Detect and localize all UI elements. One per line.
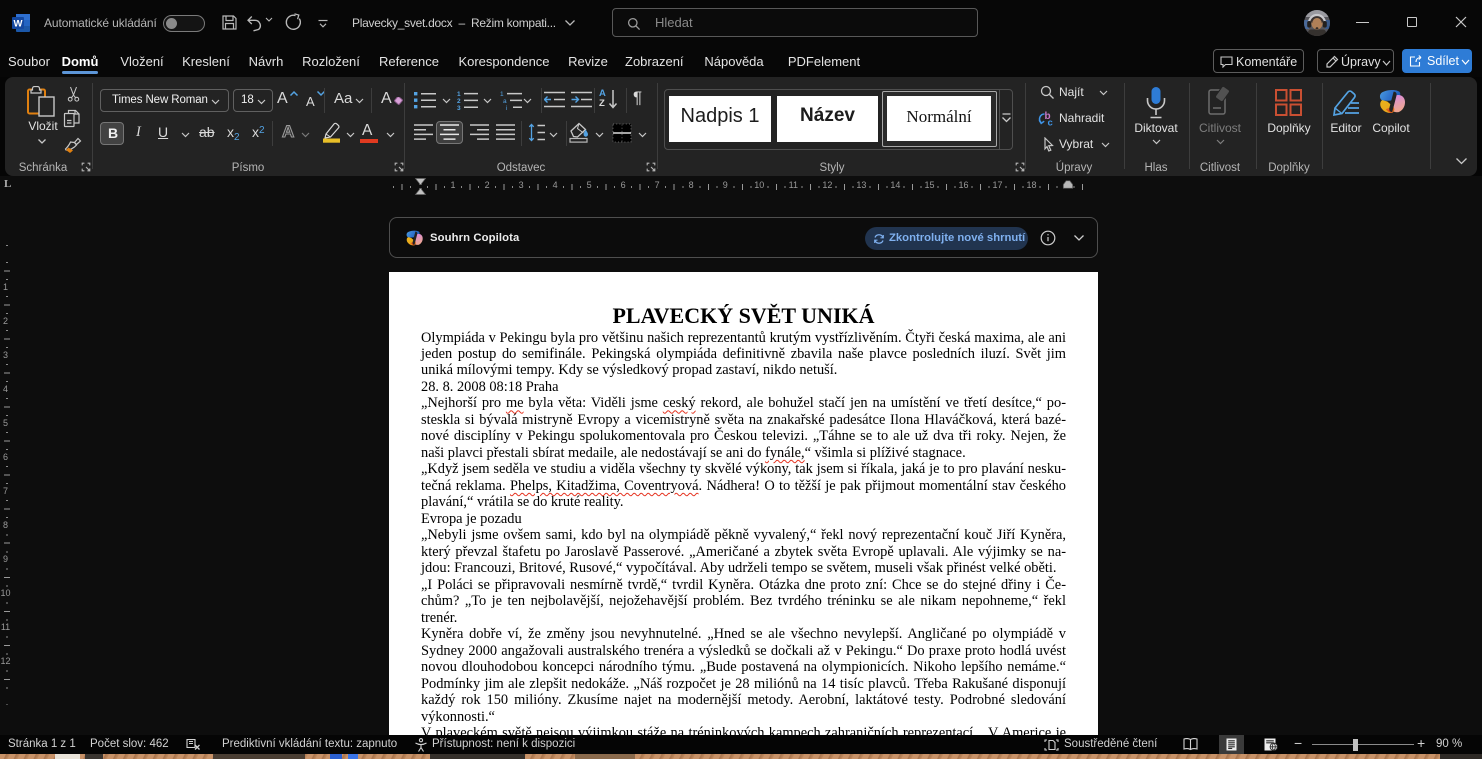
svg-text:1: 1 <box>457 91 461 98</box>
svg-text:a: a <box>503 98 507 105</box>
svg-text:W: W <box>14 19 23 30</box>
svg-text:3: 3 <box>457 105 461 110</box>
svg-text:1: 1 <box>500 91 504 98</box>
svg-text:2: 2 <box>457 98 461 105</box>
svg-text:i: i <box>506 105 507 110</box>
svg-text:c: c <box>1048 118 1053 128</box>
